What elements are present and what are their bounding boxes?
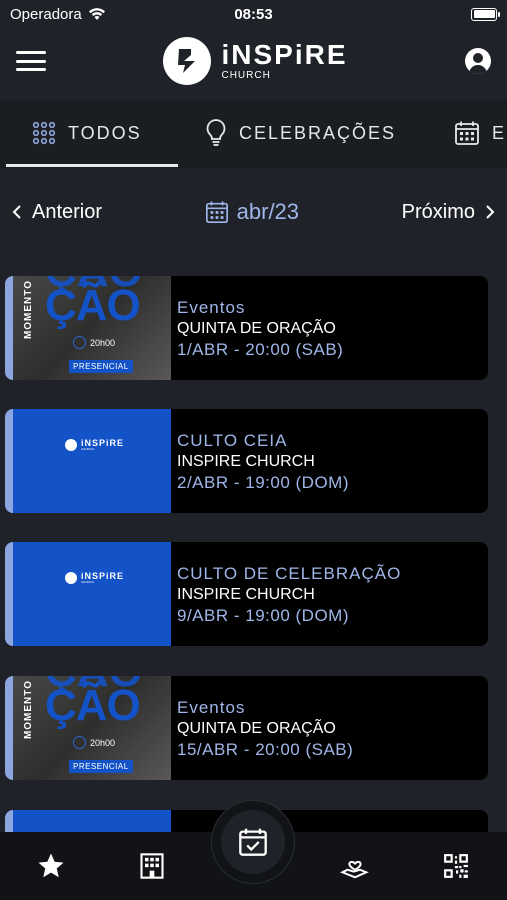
- tab-eventos[interactable]: E: [454, 100, 506, 166]
- thumb-badge: PRESENCIAL: [69, 760, 133, 773]
- event-date: 2/ABR - 19:00 (DOM): [177, 472, 349, 492]
- grid-dots-icon: [32, 121, 56, 145]
- tab-celebracoes[interactable]: CELEBRAÇÕES: [205, 100, 396, 166]
- event-thumbnail: ÇÃO ÇÃO MOMENTO 20h00 PRESENCIAL: [5, 676, 171, 780]
- hand-heart-icon: [339, 860, 369, 879]
- next-label: Próximo: [401, 200, 475, 223]
- event-card[interactable]: iNSPiRE CHURCH CULTO DE CELEBRAÇÃO INSPIR…: [5, 542, 488, 646]
- thumb-logo: iNSPiRE CHURCH: [65, 572, 124, 584]
- nav-church[interactable]: [122, 841, 182, 891]
- star-icon: [38, 853, 64, 878]
- event-title: QUINTA DE ORAÇÃO: [177, 719, 336, 737]
- chevron-right-icon: [486, 205, 495, 219]
- event-category: CULTO CEIA: [177, 430, 288, 450]
- carrier-label: Operadora: [10, 5, 82, 23]
- event-category: Eventos: [177, 297, 246, 317]
- event-date: 1/ABR - 20:00 (SAB): [177, 339, 344, 359]
- event-info: Eventos QUINTA DE ORAÇÃO 1/ABR - 20:00 (…: [171, 276, 343, 380]
- tab-label: E: [492, 122, 507, 143]
- event-date: 9/ABR - 19:00 (DOM): [177, 605, 349, 625]
- battery-icon: [471, 7, 500, 21]
- tab-label: CELEBRAÇÕES: [239, 122, 397, 143]
- lightbulb-icon: [206, 119, 226, 146]
- event-thumbnail: ÇÃO ÇÃO MOMENTO 20h00 PRESENCIAL: [5, 276, 171, 380]
- chevron-left-icon: [12, 205, 21, 219]
- logo-subtitle: CHURCH: [221, 70, 271, 81]
- clock-icon: [73, 736, 86, 749]
- tab-label: TODOS: [68, 122, 142, 143]
- app-logo: iNSPiRE CHURCH: [163, 37, 347, 85]
- event-thumbnail: iNSPiRE CHURCH: [5, 409, 171, 513]
- event-card[interactable]: iNSPiRE CHURCH CULTO CEIA INSPIRE CHURCH …: [5, 409, 488, 513]
- current-month[interactable]: abr/23: [205, 199, 299, 225]
- logo-text: iNSPiRE CHURCH: [221, 41, 347, 81]
- event-card[interactable]: ÇÃO ÇÃO MOMENTO 20h00 PRESENCIAL Eventos…: [5, 276, 488, 380]
- thumb-logo: iNSPiRE CHURCH: [65, 439, 124, 451]
- event-title: INSPIRE CHURCH: [177, 452, 315, 470]
- month-value: abr/23: [236, 199, 300, 224]
- event-title: QUINTA DE ORAÇÃO: [177, 319, 336, 337]
- logo-title: iNSPiRE: [221, 39, 348, 70]
- logo-mark-icon: [163, 37, 212, 85]
- event-category: Eventos: [177, 697, 246, 717]
- month-navigation: Anterior abr/23 Próximo: [0, 190, 507, 234]
- status-left: Operadora: [10, 6, 106, 23]
- profile-icon[interactable]: [465, 48, 491, 74]
- event-title: INSPIRE CHURCH: [177, 585, 315, 603]
- previous-month-button[interactable]: Anterior: [12, 201, 102, 224]
- event-info: CULTO CEIA INSPIRE CHURCH 2/ABR - 19:00 …: [171, 409, 349, 513]
- thumb-side-text: MOMENTO: [23, 280, 34, 340]
- previous-label: Anterior: [32, 200, 103, 223]
- tab-todos[interactable]: TODOS: [32, 100, 142, 166]
- nav-qr[interactable]: [426, 841, 486, 891]
- category-tabs: TODOS CELEBRAÇÕES E: [0, 100, 507, 168]
- event-info: CULTO DE CELEBRAÇÃO INSPIRE CHURCH 9/ABR…: [171, 542, 401, 646]
- thumb-time: 20h00: [73, 336, 115, 349]
- event-date: 15/ABR - 20:00 (SAB): [177, 739, 354, 759]
- logo-mark-icon: [65, 572, 77, 584]
- active-tab-indicator: [6, 164, 178, 167]
- event-info: Eventos QUINTA DE ORAÇÃO 15/ABR - 20:00 …: [171, 676, 353, 780]
- status-bar: Operadora 08:53: [0, 0, 507, 28]
- clock-icon: [73, 336, 86, 349]
- logo-mark-icon: [65, 439, 77, 451]
- status-time: 08:53: [234, 5, 273, 23]
- thumb-big-text: ÇÃO: [45, 281, 141, 330]
- event-category: CULTO DE CELEBRAÇÃO: [177, 563, 402, 583]
- thumb-badge: PRESENCIAL: [69, 360, 133, 373]
- menu-icon[interactable]: [16, 51, 46, 71]
- calendar-icon: [455, 121, 479, 145]
- calendar-icon: [205, 201, 228, 223]
- thumb-side-text: MOMENTO: [23, 680, 34, 740]
- calendar-check-icon: [239, 828, 267, 856]
- thumb-big-text: ÇÃO: [45, 681, 141, 730]
- nav-agenda[interactable]: [211, 800, 295, 884]
- next-month-button[interactable]: Próximo: [402, 201, 495, 224]
- wifi-icon: [88, 8, 105, 20]
- thumb-time: 20h00: [73, 736, 115, 749]
- app-header: iNSPiRE CHURCH: [0, 28, 507, 94]
- event-thumbnail: iNSPiRE CHURCH: [5, 542, 171, 646]
- event-card[interactable]: ÇÃO ÇÃO MOMENTO 20h00 PRESENCIAL Eventos…: [5, 676, 488, 780]
- building-icon: [140, 853, 164, 879]
- nav-favorites[interactable]: [21, 841, 81, 891]
- qr-code-icon: [444, 854, 469, 878]
- nav-donations[interactable]: [325, 841, 385, 891]
